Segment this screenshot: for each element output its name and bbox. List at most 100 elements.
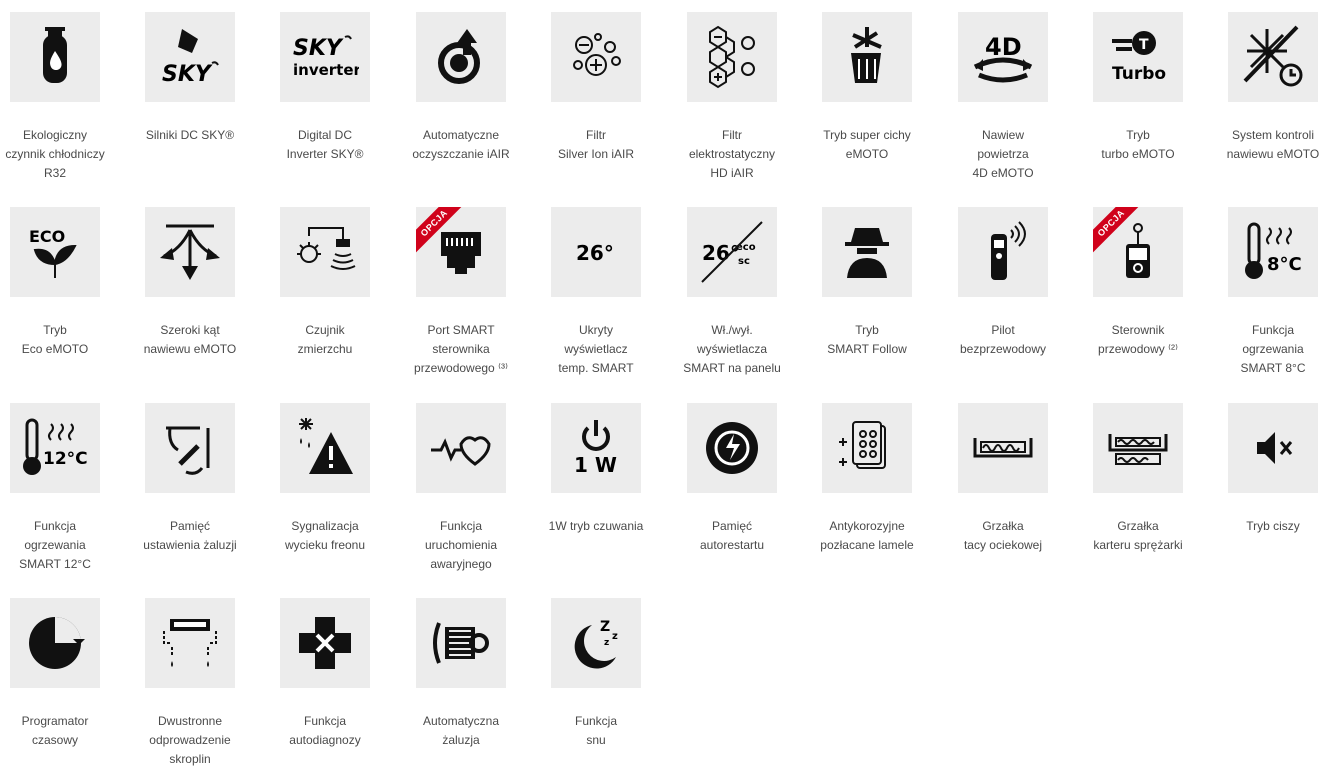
svg-text:T: T bbox=[1139, 37, 1149, 53]
feature-label: Tryb SMART Follow bbox=[827, 323, 907, 356]
feature-item: SKY inverter Digital DC Inverter SKY® bbox=[257, 12, 393, 164]
feature-item: T Turbo Tryb turbo eMOTO bbox=[1070, 12, 1206, 164]
standby-1w-icon: 1 W bbox=[551, 403, 641, 493]
feature-item: 1 W 1W tryb czuwania bbox=[528, 403, 664, 536]
feature-item: Dwustronne odprowadzenie skroplin bbox=[122, 598, 258, 769]
feature-label: Pamięć ustawienia żaluzji bbox=[143, 519, 237, 552]
feature-label: Grzałka tacy ociekowej bbox=[963, 519, 1043, 552]
feature-label: Antykorozyjne pozłacane lamele bbox=[820, 519, 914, 552]
feature-item: 26° Ukryty wyświetlacz temp. SMART bbox=[528, 207, 664, 378]
inverter-text: inverter bbox=[293, 61, 359, 79]
auto-louver-icon bbox=[416, 598, 506, 688]
ion-filter-icon bbox=[551, 12, 641, 102]
feature-label: Programator czasowy bbox=[21, 714, 89, 747]
feature-item: Filtr elektrostatyczny HD iAIR bbox=[664, 12, 800, 183]
feature-item: Szeroki kąt nawiewu eMOTO bbox=[122, 207, 258, 359]
feature-item: Automatyczna żaluzja bbox=[393, 598, 529, 750]
feature-label: Szeroki kąt nawiewu eMOTO bbox=[143, 323, 237, 356]
feature-item: Funkcja autodiagnozy bbox=[257, 598, 393, 750]
feature-label: Silniki DC SKY® bbox=[145, 128, 235, 142]
eco-text: ECO bbox=[29, 227, 65, 246]
feature-item: Automatyczne oczyszczanie iAIR bbox=[393, 12, 529, 164]
gas-cylinder-icon bbox=[10, 12, 100, 102]
silent-fan-icon bbox=[822, 12, 912, 102]
airflow-control-icon bbox=[1228, 12, 1318, 102]
feature-label: 1W tryb czuwania bbox=[548, 519, 644, 533]
svg-text:sc: sc bbox=[738, 256, 750, 267]
sky-dc-motor-icon: SKY bbox=[145, 12, 235, 102]
crankcase-heater-icon bbox=[1093, 403, 1183, 493]
feature-item: Ekologiczny czynnik chłodniczy R32 bbox=[0, 12, 123, 183]
smart-port-icon: OPCJA bbox=[416, 207, 506, 297]
feature-item: Funkcja uruchomienia awaryjnego bbox=[393, 403, 529, 574]
wired-controller-icon: OPCJA bbox=[1093, 207, 1183, 297]
feature-item: Tryb ciszy bbox=[1205, 403, 1326, 536]
remote-control-icon bbox=[958, 207, 1048, 297]
feature-item: System kontroli nawiewu eMOTO bbox=[1205, 12, 1326, 164]
feature-item: Zzz Funkcja snu bbox=[528, 598, 664, 750]
eco-leaf-icon: ECO bbox=[10, 207, 100, 297]
feature-label: Ekologiczny czynnik chłodniczy R32 bbox=[5, 128, 105, 180]
feature-item: 4D Nawiew powietrza 4D eMOTO bbox=[935, 12, 1071, 183]
feature-item: Pilot bezprzewodowy bbox=[935, 207, 1071, 359]
4d-text: 4D bbox=[985, 33, 1022, 61]
feature-label: Pamięć autorestartu bbox=[699, 519, 765, 552]
display-toggle-icon: 26° eco sc bbox=[687, 207, 777, 297]
feature-label: Digital DC Inverter SKY® bbox=[286, 128, 364, 161]
feature-item: Czujnik zmierzchu bbox=[257, 207, 393, 359]
feature-item: 8°C Funkcja ogrzewania SMART 8°C bbox=[1205, 207, 1326, 378]
two-way-drain-icon bbox=[145, 598, 235, 688]
feature-label: Funkcja ogrzewania SMART 8°C bbox=[1240, 323, 1306, 375]
feature-label: Funkcja autodiagnozy bbox=[289, 714, 361, 747]
feature-item: Pamięć ustawienia żaluzji bbox=[122, 403, 258, 555]
auto-restart-icon bbox=[687, 403, 777, 493]
feature-item: 26° eco sc Wł./wył. wyświetlacza SMART na … bbox=[664, 207, 800, 378]
feature-label: Automatyczna żaluzja bbox=[422, 714, 500, 747]
self-clean-icon bbox=[416, 12, 506, 102]
mute-icon bbox=[1228, 403, 1318, 493]
temp-text: 26° bbox=[576, 241, 614, 265]
feature-label: Grzałka karteru sprężarki bbox=[1093, 519, 1183, 552]
feature-item: Sygnalizacja wycieku freonu bbox=[257, 403, 393, 555]
feature-item: ECO Tryb Eco eMOTO bbox=[0, 207, 123, 359]
feature-label: Dwustronne odprowadzenie skroplin bbox=[149, 714, 231, 766]
feature-label: Sterownik przewodowy ⁽²⁾ bbox=[1098, 323, 1178, 356]
electrostatic-filter-icon bbox=[687, 12, 777, 102]
feature-label: Czujnik zmierzchu bbox=[297, 323, 353, 356]
sky-text: SKY bbox=[293, 36, 344, 61]
emergency-start-icon bbox=[416, 403, 506, 493]
turbo-icon: T Turbo bbox=[1093, 12, 1183, 102]
feature-item: Tryb super cichy eMOTO bbox=[799, 12, 935, 164]
feature-label: Ukryty wyświetlacz temp. SMART bbox=[558, 323, 634, 375]
feature-label: Wł./wył. wyświetlacza SMART na panelu bbox=[683, 323, 781, 375]
self-diagnosis-icon bbox=[280, 598, 370, 688]
feature-item: Antykorozyjne pozłacane lamele bbox=[799, 403, 935, 555]
feature-label: Funkcja uruchomienia awaryjnego bbox=[424, 519, 498, 571]
svg-text:Z: Z bbox=[600, 619, 610, 635]
timer-icon bbox=[10, 598, 100, 688]
temp-text: 26° bbox=[702, 241, 740, 265]
feature-item: OPCJA Port SMART sterownika przewodowego… bbox=[393, 207, 529, 378]
temp-text: 8°C bbox=[1267, 254, 1302, 275]
feature-item: Tryb SMART Follow bbox=[799, 207, 935, 359]
feature-item: Programator czasowy bbox=[0, 598, 123, 750]
sky-text: SKY bbox=[162, 62, 213, 87]
feature-label: Tryb super cichy eMOTO bbox=[823, 128, 911, 161]
feature-item: Grzałka tacy ociekowej bbox=[935, 403, 1071, 555]
sky-inverter-icon: SKY inverter bbox=[280, 12, 370, 102]
sleep-icon: Zzz bbox=[551, 598, 641, 688]
hidden-display-icon: 26° bbox=[551, 207, 641, 297]
heating-8c-icon: 8°C bbox=[1228, 207, 1318, 297]
refrigerant-leak-icon bbox=[280, 403, 370, 493]
feature-item: OPCJA Sterownik przewodowy ⁽²⁾ bbox=[1070, 207, 1206, 359]
feature-label: Pilot bezprzewodowy bbox=[959, 323, 1047, 356]
1w-text: 1 W bbox=[574, 453, 617, 477]
feature-label: System kontroli nawiewu eMOTO bbox=[1226, 128, 1320, 161]
feature-item: 12°C Funkcja ogrzewania SMART 12°C bbox=[0, 403, 123, 574]
feature-item: Grzałka karteru sprężarki bbox=[1070, 403, 1206, 555]
feature-label: Funkcja snu bbox=[574, 714, 618, 747]
feature-item: SKY Silniki DC SKY® bbox=[122, 12, 258, 145]
4d-airflow-icon: 4D bbox=[958, 12, 1048, 102]
feature-label: Tryb turbo eMOTO bbox=[1101, 128, 1175, 161]
feature-item: Pamięć autorestartu bbox=[664, 403, 800, 555]
